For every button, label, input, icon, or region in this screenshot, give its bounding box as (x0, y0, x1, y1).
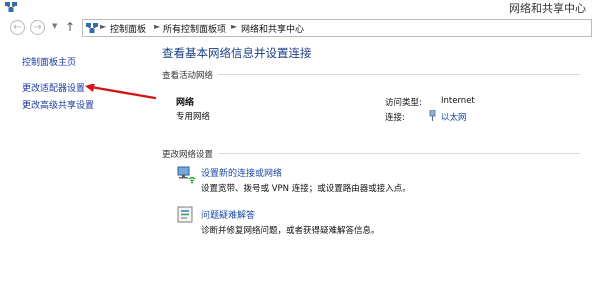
back-button[interactable]: ← (10, 20, 25, 35)
chevron-right-icon[interactable]: ► (154, 22, 160, 31)
title-bar: 网络和共享中心 (0, 0, 600, 15)
new-connection-icon (177, 166, 196, 184)
sidebar-item-advanced-sharing[interactable]: 更改高级共享设置 (22, 98, 94, 111)
forward-button[interactable]: → (30, 20, 45, 35)
connection-label: 连接: (385, 113, 405, 123)
section-heading-change-settings: 更改网络设置 (162, 150, 214, 160)
access-type-label: 访问类型: (385, 98, 422, 108)
divider (218, 153, 580, 154)
sidebar-item-home[interactable]: 控制面板主页 (22, 55, 76, 68)
arrow-left-icon: ← (13, 22, 22, 33)
chevron-right-icon[interactable]: ► (100, 22, 106, 31)
breadcrumb-control-panel[interactable]: 控制面板 (110, 22, 146, 35)
network-name: 网络 (176, 98, 195, 108)
sidebar: 控制面板主页 更改适配器设置 更改高级共享设置 (0, 44, 150, 294)
section-heading-active-networks: 查看活动网络 (162, 71, 214, 81)
setup-connection-link[interactable]: 设置新的连接或网络 (201, 166, 282, 179)
troubleshoot-description: 诊断并修复网络问题，或者获得疑难解答信息。 (201, 226, 380, 236)
breadcrumb-network-center[interactable]: 网络和共享中心 (241, 22, 304, 35)
ethernet-icon (429, 110, 436, 121)
annotation-arrow (85, 84, 157, 100)
access-type-value: Internet (441, 96, 475, 106)
chevron-right-icon[interactable]: ► (231, 22, 237, 31)
page-title: 查看基本网络信息并设置连接 (162, 46, 312, 60)
up-button[interactable]: ↑ (65, 21, 75, 33)
sidebar-item-adapter-settings[interactable]: 更改适配器设置 (22, 81, 85, 94)
arrow-right-icon: → (33, 22, 42, 33)
breadcrumb-all-items[interactable]: 所有控制面板项 (163, 22, 226, 35)
navigation-bar: ← → ▼ ↑ ► 控制面板 ► 所有控制面板项 ► 网络和共享中心 (0, 14, 600, 44)
chevron-down-icon[interactable]: ▼ (52, 22, 57, 30)
ethernet-connection-link[interactable]: 以太网 (441, 111, 467, 123)
setup-connection-description: 设置宽带、拨号或 VPN 连接；或设置路由器或接入点。 (201, 184, 411, 194)
divider (218, 74, 580, 75)
network-center-icon (5, 2, 17, 12)
troubleshoot-link[interactable]: 问题疑难解答 (201, 208, 255, 221)
network-type: 专用网络 (176, 112, 211, 122)
address-bar[interactable]: ► 控制面板 ► 所有控制面板项 ► 网络和共享中心 (82, 19, 592, 37)
troubleshoot-icon (177, 206, 193, 223)
control-panel-icon (86, 23, 98, 33)
